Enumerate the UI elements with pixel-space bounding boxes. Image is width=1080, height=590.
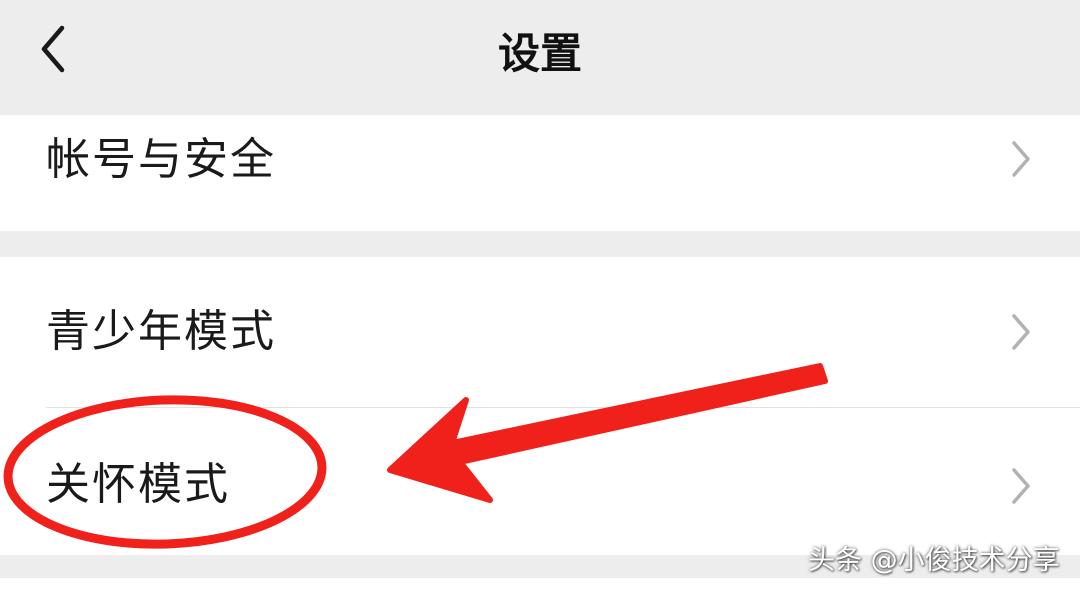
settings-group-account: 帐号与安全 (0, 115, 1080, 231)
settings-item-care-mode[interactable]: 关怀模式 (0, 408, 1080, 555)
page-title: 设置 (497, 29, 582, 78)
settings-item-label: 帐号与安全 (46, 134, 276, 185)
settings-item-label: 青少年模式 (46, 306, 276, 357)
settings-item-account-security[interactable]: 帐号与安全 (0, 115, 1080, 231)
settings-group-modes: 青少年模式 关怀模式 (0, 257, 1080, 555)
chevron-right-icon (1012, 141, 1030, 177)
settings-item-teen-mode[interactable]: 青少年模式 (0, 257, 1080, 407)
settings-item-label: 关怀模式 (46, 459, 230, 510)
chevron-right-icon (1012, 468, 1030, 504)
nav-bar: 设置 (0, 0, 1080, 115)
settings-group-next (0, 578, 1080, 590)
chevron-right-icon (1012, 314, 1030, 350)
watermark: 头条 @小俊技术分享 (808, 545, 1060, 576)
